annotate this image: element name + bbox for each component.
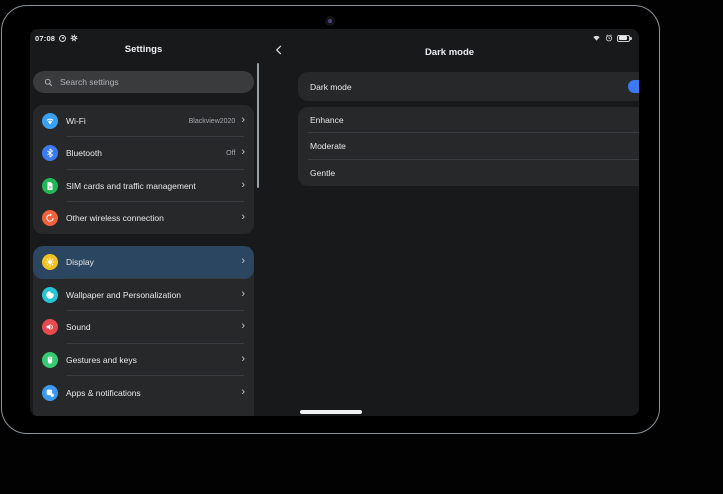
option-enhance[interactable]: Enhance <box>298 107 639 133</box>
dark-mode-detail-pane: Dark mode Dark mode Enhance Moderate <box>260 29 639 416</box>
option-gentle[interactable]: Gentle <box>298 160 639 186</box>
dark-mode-toggle-row[interactable]: Dark mode <box>298 72 639 101</box>
sidebar-item-sim-cards[interactable]: SIM cards and traffic management › <box>33 170 254 202</box>
apps-icon <box>42 385 58 401</box>
sidebar-item-display[interactable]: Display › <box>33 246 254 279</box>
home-indicator-bar[interactable] <box>300 410 362 414</box>
chevron-right-icon: › <box>241 321 245 332</box>
option-moderate[interactable]: Moderate <box>298 133 639 159</box>
sync-icon <box>42 210 58 226</box>
option-label: Enhance <box>310 115 639 125</box>
sidebar-item-label: Sound <box>66 322 235 332</box>
sidebar-item-label: Wallpaper and Personalization <box>66 290 235 300</box>
sim-card-icon <box>42 178 58 194</box>
sidebar-item-label: Other wireless connection <box>66 213 235 223</box>
settings-list-pane: Settings Search settings Wi-Fi Blackview… <box>30 29 260 416</box>
wallpaper-icon <box>42 287 58 303</box>
option-label: Moderate <box>310 141 639 151</box>
page-title: Settings <box>30 44 257 55</box>
option-label: Gentle <box>310 168 639 178</box>
connectivity-group-card: Wi-Fi Blackview2020 › Bluetooth Off › <box>33 105 254 234</box>
chevron-right-icon: › <box>241 115 245 126</box>
dark-mode-toggle[interactable] <box>628 80 639 93</box>
left-pane-scrollbar[interactable] <box>257 63 259 188</box>
sidebar-item-value: Off <box>226 150 235 157</box>
chevron-right-icon: › <box>241 289 245 300</box>
sidebar-item-value: Blackview2020 <box>189 118 236 125</box>
sidebar-item-label: Gestures and keys <box>66 355 235 365</box>
screenshot-stage: 07:08 Settings <box>0 0 723 494</box>
speaker-icon <box>42 319 58 335</box>
sidebar-item-sound[interactable]: Sound › <box>33 311 254 344</box>
sidebar-item-apps-notifications[interactable]: Apps & notifications › <box>33 376 254 409</box>
sidebar-item-label: Apps & notifications <box>66 388 235 398</box>
dark-mode-options-card: Enhance Moderate Gentle <box>298 107 639 186</box>
sidebar-item-wifi[interactable]: Wi-Fi Blackview2020 › <box>33 105 254 137</box>
sidebar-item-other-wireless[interactable]: Other wireless connection › <box>33 202 254 234</box>
sidebar-item-wallpaper[interactable]: Wallpaper and Personalization › <box>33 279 254 312</box>
chevron-right-icon: › <box>241 354 245 365</box>
search-input[interactable]: Search settings <box>33 71 254 93</box>
hand-icon <box>42 352 58 368</box>
chevron-right-icon: › <box>241 387 245 398</box>
chevron-right-icon: › <box>241 180 245 191</box>
search-icon <box>44 78 53 87</box>
sidebar-item-bluetooth[interactable]: Bluetooth Off › <box>33 137 254 169</box>
sidebar-item-gestures[interactable]: Gestures and keys › <box>33 344 254 377</box>
detail-pane-title: Dark mode <box>260 47 639 58</box>
sidebar-item-label: Bluetooth <box>66 148 226 158</box>
chevron-right-icon: › <box>241 256 245 267</box>
sidebar-item-label: Wi-Fi <box>66 116 189 126</box>
personalization-group-card: Display › Wallpaper and Personalization … <box>33 246 254 416</box>
tablet-device-frame: 07:08 Settings <box>1 5 660 434</box>
front-camera <box>325 16 335 26</box>
toggle-row-label: Dark mode <box>310 82 628 92</box>
sidebar-item-label: SIM cards and traffic management <box>66 181 235 191</box>
dark-mode-toggle-card: Dark mode <box>298 72 639 101</box>
wifi-icon <box>42 113 58 129</box>
chevron-right-icon: › <box>241 212 245 223</box>
sidebar-item-label: Display <box>66 257 235 267</box>
tablet-screen: 07:08 Settings <box>30 29 639 416</box>
search-placeholder: Search settings <box>60 77 119 87</box>
bluetooth-icon <box>42 145 58 161</box>
chevron-right-icon: › <box>241 147 245 158</box>
sun-icon <box>42 254 58 270</box>
